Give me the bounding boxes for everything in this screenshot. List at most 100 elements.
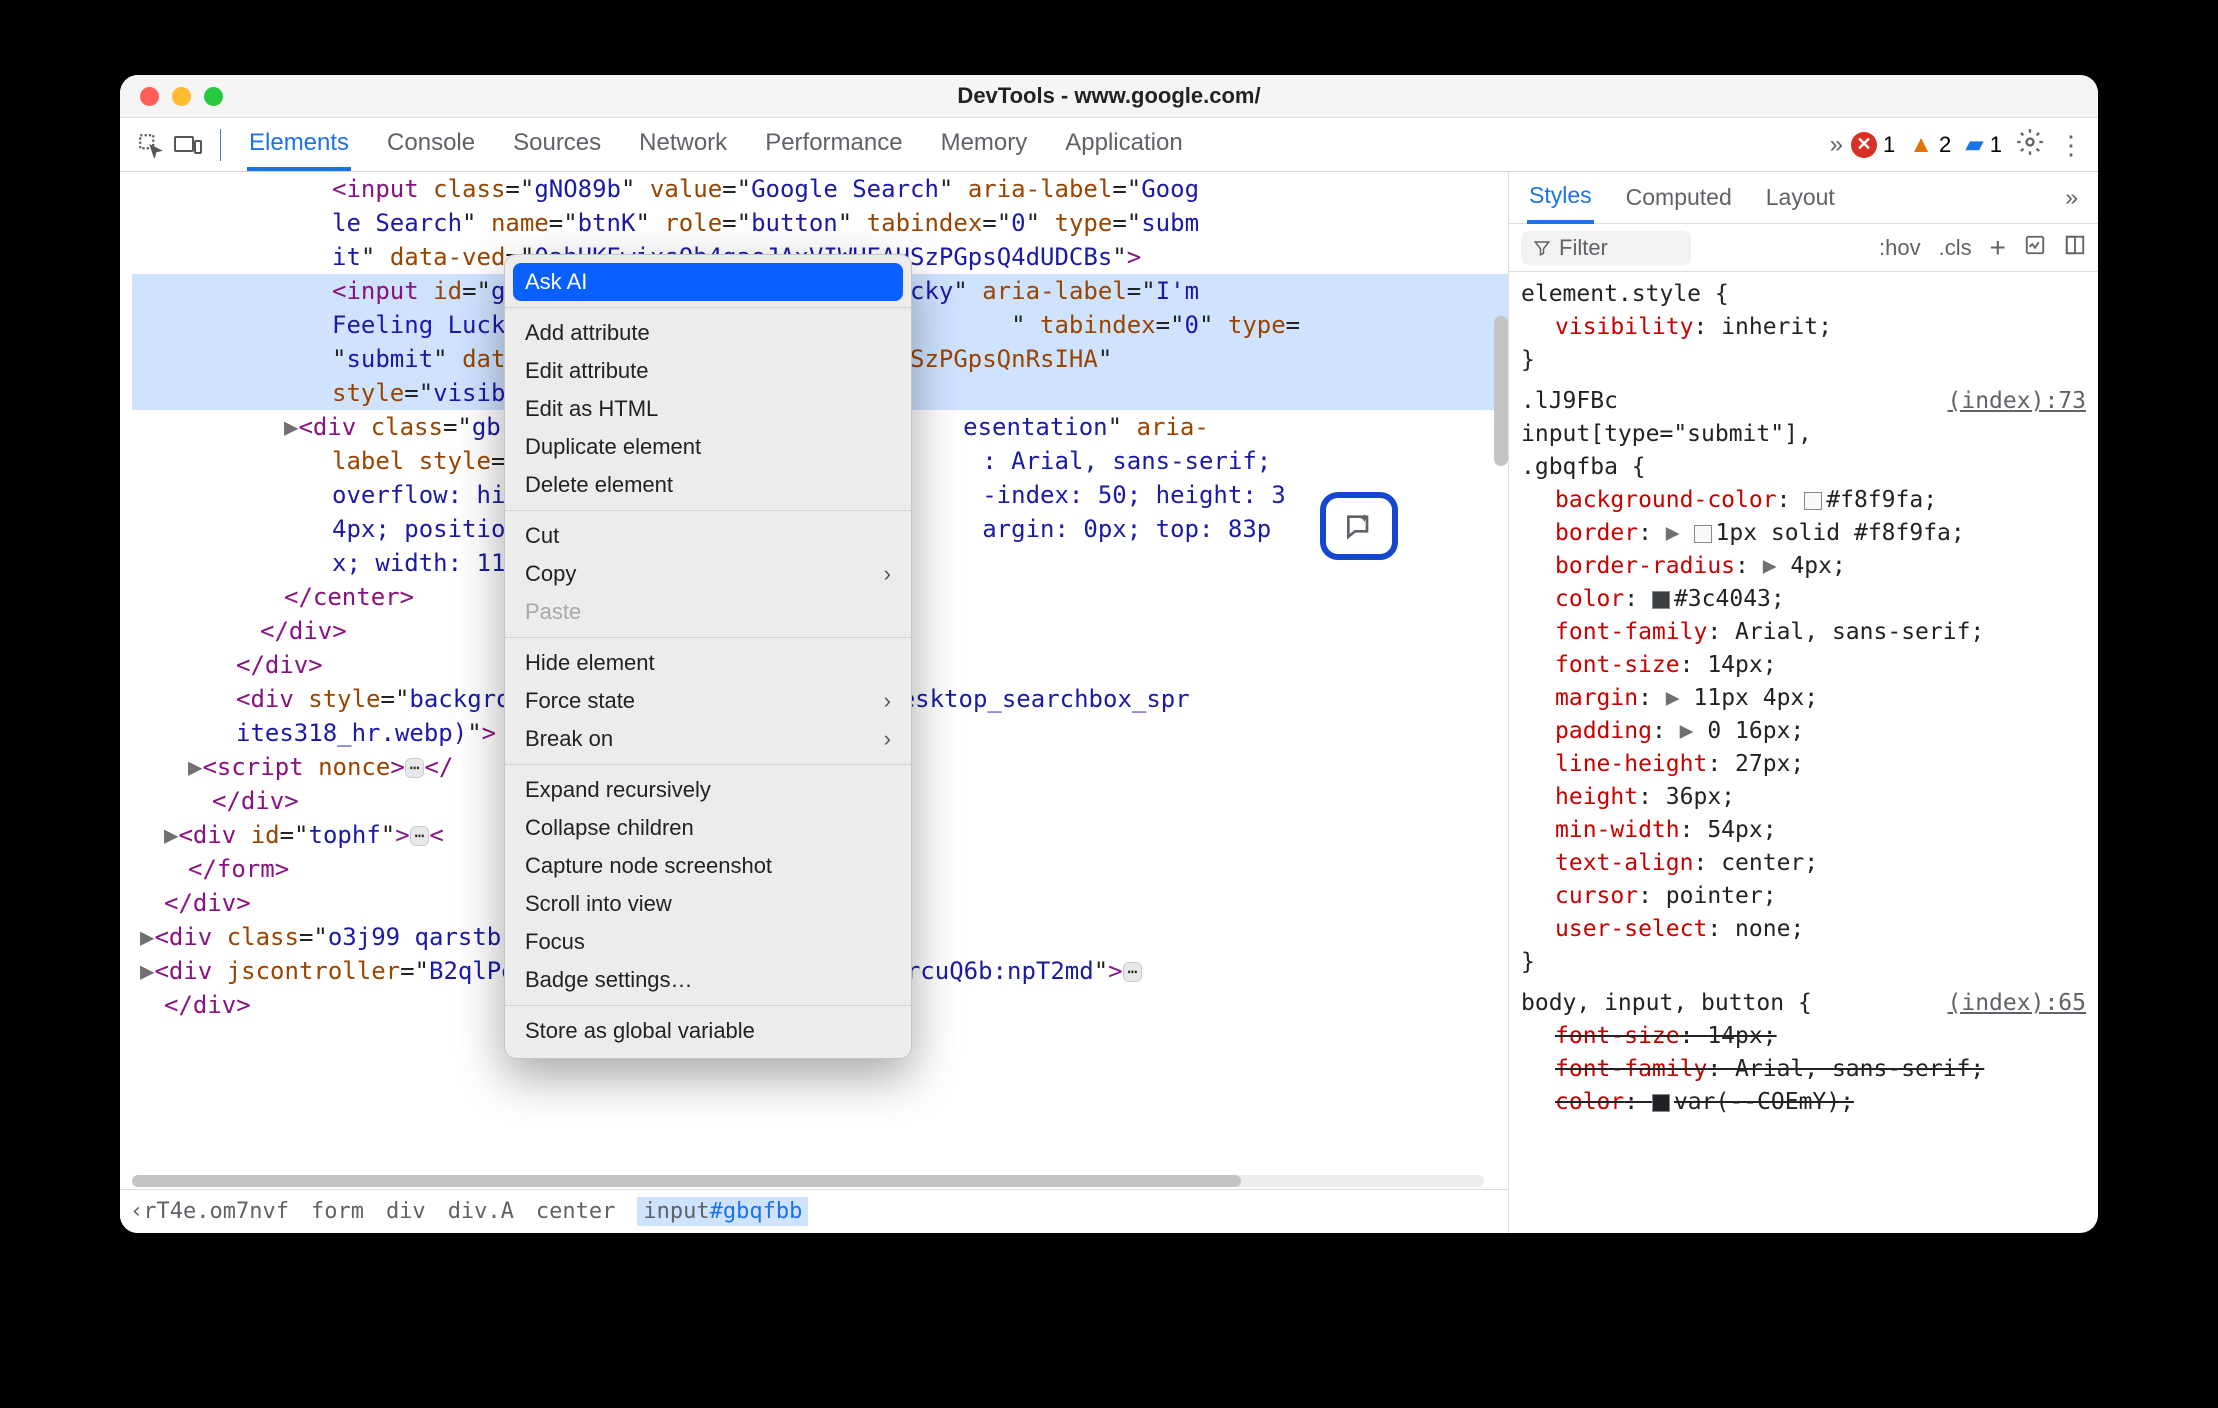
traffic-lights <box>140 87 223 106</box>
style-declaration[interactable]: user-select: none; <box>1521 913 2086 946</box>
minimize-window-button[interactable] <box>172 87 191 106</box>
horizontal-scrollbar[interactable] <box>132 1175 1484 1187</box>
dom-line[interactable]: <input class="gNO89b" value="Google Sear… <box>132 172 1508 206</box>
context-menu-item[interactable]: Duplicate element <box>505 428 911 466</box>
style-declaration[interactable]: color: var(--COEmY); <box>1521 1086 2086 1119</box>
toolbar-separator <box>220 129 221 161</box>
context-menu-item: Paste <box>505 593 911 631</box>
error-badge[interactable]: ✕1 <box>1851 132 1895 158</box>
style-declaration[interactable]: text-align: center; <box>1521 847 2086 880</box>
panel-tab-network[interactable]: Network <box>637 119 729 171</box>
context-menu-separator <box>505 637 911 638</box>
rule-selector[interactable]: (index):65body, input, button { <box>1521 987 2086 1020</box>
hov-toggle[interactable]: :hov <box>1879 235 1921 261</box>
context-menu-item[interactable]: Collapse children <box>505 809 911 847</box>
context-menu-item[interactable]: Edit as HTML <box>505 390 911 428</box>
settings-icon[interactable] <box>2016 128 2044 162</box>
breadcrumb-item[interactable]: ‹rT4e.om7nvf <box>130 1199 289 1224</box>
context-menu-separator <box>505 510 911 511</box>
breadcrumb-item[interactable]: div.A <box>448 1199 514 1224</box>
zoom-window-button[interactable] <box>204 87 223 106</box>
context-menu-item[interactable]: Add attribute <box>505 314 911 352</box>
rule-close: } <box>1521 946 2086 979</box>
styles-filter-bar: Filter :hov .cls + <box>1509 224 2098 272</box>
computed-toggle-icon[interactable] <box>2064 234 2086 262</box>
style-declaration[interactable]: visibility: inherit; <box>1521 311 2086 344</box>
window-title: DevTools - www.google.com/ <box>957 83 1260 109</box>
context-menu-item[interactable]: Cut <box>505 517 911 555</box>
ask-ai-button[interactable] <box>1320 492 1398 560</box>
panel-tabs-overflow[interactable]: » <box>1828 121 1845 169</box>
dom-line[interactable]: le Search" name="btnK" role="button" tab… <box>132 206 1508 240</box>
context-menu-item[interactable]: Scroll into view <box>505 885 911 923</box>
warning-badge[interactable]: ▲2 <box>1909 131 1951 159</box>
context-menu-item[interactable]: Ask AI <box>513 263 903 301</box>
context-menu-separator <box>505 1005 911 1006</box>
style-declaration[interactable]: margin: ▶ 11px 4px; <box>1521 682 2086 715</box>
styles-sidebar: Styles Computed Layout » Filter :hov .cls +… <box>1508 172 2098 1233</box>
rule-source[interactable]: (index):73 <box>1948 385 2086 418</box>
main-toolbar: Elements Console Sources Network Performance… <box>120 118 2098 172</box>
context-menu-item[interactable]: Store as global variable <box>505 1012 911 1050</box>
new-rule-icon[interactable] <box>2024 234 2046 262</box>
panel-tab-elements[interactable]: Elements <box>247 119 351 171</box>
rule-source[interactable]: (index):65 <box>1948 987 2086 1020</box>
style-declaration[interactable]: font-size: 14px; <box>1521 649 2086 682</box>
styles-rules[interactable]: element.style {visibility: inherit;} (ind… <box>1509 272 2098 1233</box>
breadcrumb-item[interactable]: center <box>536 1199 615 1224</box>
style-declaration[interactable]: font-family: Arial, sans-serif; <box>1521 1053 2086 1086</box>
style-declaration[interactable]: line-height: 27px; <box>1521 748 2086 781</box>
style-declaration[interactable]: min-width: 54px; <box>1521 814 2086 847</box>
panel-tab-console[interactable]: Console <box>385 119 477 171</box>
context-menu-item[interactable]: Delete element <box>505 466 911 504</box>
panel-tab-performance[interactable]: Performance <box>763 119 904 171</box>
style-declaration[interactable]: color: #3c4043; <box>1521 583 2086 616</box>
context-menu-item[interactable]: Force state› <box>505 682 911 720</box>
breadcrumb-item-selected[interactable]: input#gbqfbb <box>637 1197 808 1226</box>
new-style-icon[interactable]: + <box>1990 232 2006 264</box>
styles-tab-computed[interactable]: Computed <box>1624 173 1734 222</box>
filter-placeholder: Filter <box>1559 235 1608 261</box>
style-declaration[interactable]: font-size: 14px; <box>1521 1020 2086 1053</box>
style-declaration[interactable]: height: 36px; <box>1521 781 2086 814</box>
breadcrumb-item[interactable]: div <box>386 1199 426 1224</box>
context-menu-item[interactable]: Badge settings… <box>505 961 911 999</box>
style-declaration[interactable]: border: ▶ 1px solid #f8f9fa; <box>1521 517 2086 550</box>
context-menu-item[interactable]: Expand recursively <box>505 771 911 809</box>
devtools-window: DevTools - www.google.com/ Elements Conso… <box>120 75 2098 1233</box>
styles-tabs-overflow[interactable]: » <box>2063 173 2080 222</box>
issue-count: 1 <box>1990 132 2002 158</box>
breadcrumb-bar: ‹rT4e.om7nvf formdiv div.A center input#gbqf… <box>120 1189 1508 1233</box>
context-menu-item[interactable]: Break on› <box>505 720 911 758</box>
rule-selector[interactable]: (index):73.lJ9FBcinput[type="submit"],.g… <box>1521 385 2086 484</box>
cls-toggle[interactable]: .cls <box>1939 235 1972 261</box>
close-window-button[interactable] <box>140 87 159 106</box>
style-declaration[interactable]: padding: ▶ 0 16px; <box>1521 715 2086 748</box>
panel-tab-application[interactable]: Application <box>1063 119 1184 171</box>
vertical-scrollbar[interactable] <box>1494 176 1508 1173</box>
context-menu-item[interactable]: Hide element <box>505 644 911 682</box>
inspect-icon[interactable] <box>134 129 166 161</box>
filter-input[interactable]: Filter <box>1521 231 1691 265</box>
style-declaration[interactable]: border-radius: ▶ 4px; <box>1521 550 2086 583</box>
styles-tabs: Styles Computed Layout » <box>1509 172 2098 224</box>
rule-selector[interactable]: element.style { <box>1521 278 2086 311</box>
style-declaration[interactable]: background-color: #f8f9fa; <box>1521 484 2086 517</box>
context-menu-item[interactable]: Focus <box>505 923 911 961</box>
device-mode-icon[interactable] <box>172 129 204 161</box>
context-menu-item[interactable]: Capture node screenshot <box>505 847 911 885</box>
context-menu-item[interactable]: Edit attribute <box>505 352 911 390</box>
error-count: 1 <box>1883 132 1895 158</box>
panel-tab-memory[interactable]: Memory <box>939 119 1030 171</box>
panel-tab-sources[interactable]: Sources <box>511 119 603 171</box>
funnel-icon <box>1533 239 1551 257</box>
styles-tab-styles[interactable]: Styles <box>1527 171 1594 224</box>
rule-close: } <box>1521 344 2086 377</box>
styles-tab-layout[interactable]: Layout <box>1764 173 1837 222</box>
style-declaration[interactable]: cursor: pointer; <box>1521 880 2086 913</box>
context-menu-item[interactable]: Copy› <box>505 555 911 593</box>
breadcrumb-item[interactable]: form <box>311 1199 364 1224</box>
context-menu-separator <box>505 307 911 308</box>
style-declaration[interactable]: font-family: Arial, sans-serif; <box>1521 616 2086 649</box>
issue-badge[interactable]: ▰1 <box>1965 130 2002 159</box>
